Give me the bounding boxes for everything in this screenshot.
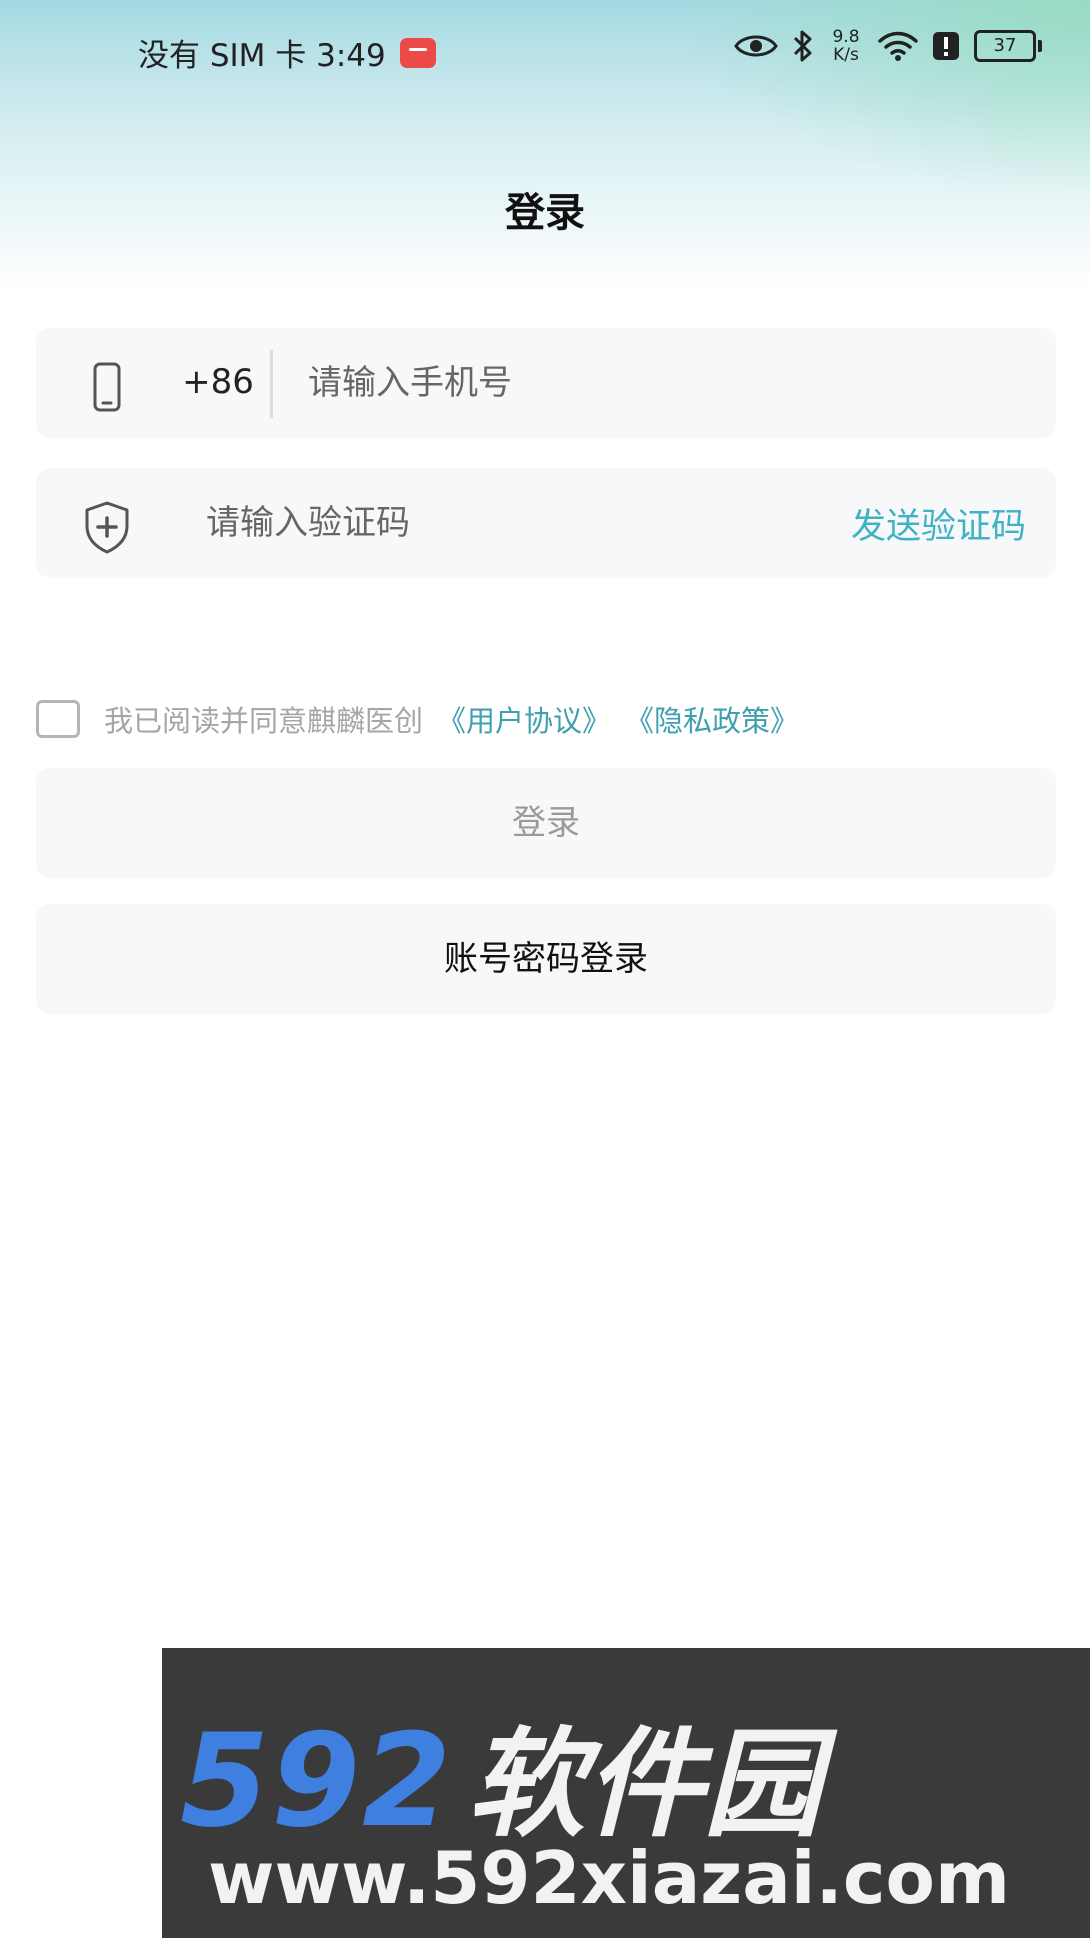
user-agreement-link[interactable]: 《用户协议》	[437, 698, 611, 740]
login-button[interactable]: 登录	[36, 768, 1056, 878]
status-right: 9.8 K/s 37	[734, 27, 1042, 65]
field-divider	[270, 350, 273, 418]
bluetooth-icon	[793, 30, 812, 62]
carrier-time: 没有 SIM 卡 3:49	[138, 38, 386, 74]
phone-icon	[93, 362, 121, 412]
alert-icon	[933, 32, 959, 60]
shield-plus-icon	[85, 501, 129, 554]
phone-field: +86	[36, 328, 1056, 438]
country-code-selector[interactable]: +86	[168, 362, 268, 402]
watermark-url: www.592xiazai.com	[208, 1836, 1010, 1920]
watermark-brand-name: 软件园	[467, 1715, 822, 1853]
agreement-checkbox[interactable]	[36, 700, 80, 738]
battery-icon: 37	[974, 30, 1042, 62]
privacy-policy-link[interactable]: 《隐私政策》	[625, 698, 799, 740]
verification-code-field: 发送验证码	[36, 468, 1056, 578]
watermark-logo: 592 软件园 www.592xiazai.com	[162, 1648, 1090, 1938]
page-title: 登录	[505, 190, 585, 236]
status-bar: 没有 SIM 卡 3:49 9.8 K/s 37	[0, 0, 1090, 108]
agreement-row: 我已阅读并同意麒麟医创 《用户协议》 《隐私政策》	[36, 698, 799, 740]
eye-icon	[734, 35, 778, 57]
status-left: 没有 SIM 卡 3:49	[138, 30, 436, 75]
account-password-login-button[interactable]: 账号密码登录	[36, 904, 1056, 1014]
phone-input[interactable]	[308, 354, 1008, 412]
wifi-icon	[878, 31, 918, 61]
network-speed: 9.8 K/s	[832, 27, 860, 65]
send-code-button[interactable]: 发送验证码	[851, 498, 1026, 549]
watermark-brand-number: 592	[180, 1707, 454, 1856]
watermark-brand: 592 软件园	[180, 1688, 821, 1859]
agreement-text: 我已阅读并同意麒麟医创	[104, 704, 424, 738]
huawei-app-icon	[399, 37, 436, 68]
verification-code-input[interactable]	[206, 494, 766, 552]
